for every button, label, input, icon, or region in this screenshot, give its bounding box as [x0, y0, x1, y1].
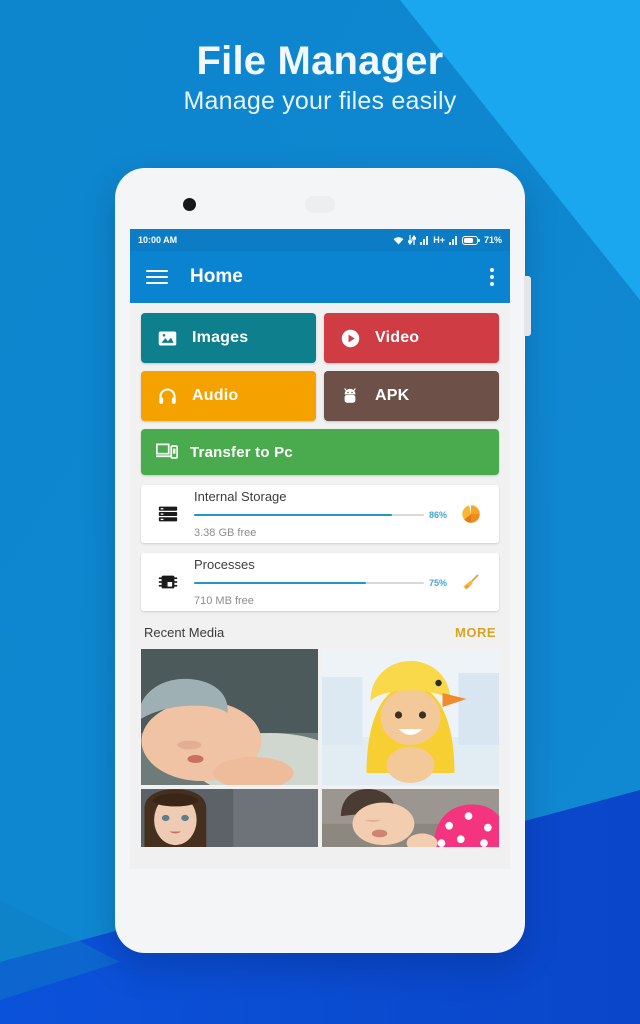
hamburger-menu-icon[interactable] [146, 270, 168, 284]
card-processes[interactable]: Processes 75% 710 MB free [141, 553, 499, 611]
data-transfer-icon [408, 235, 417, 245]
broom-icon[interactable] [457, 571, 485, 593]
hero-heading: File Manager Manage your files easily [0, 40, 640, 116]
earpiece-speaker [305, 196, 335, 213]
phone-mockup: 10:00 AM H+ 71% Home Images Video Audio … [115, 168, 531, 953]
status-time: 10:00 AM [138, 235, 178, 245]
tile-audio[interactable]: Audio [141, 371, 316, 421]
recent-media-header: Recent Media MORE [141, 611, 499, 649]
card-subtitle: 3.38 GB free [194, 526, 257, 539]
tile-label: APK [375, 387, 410, 404]
progress-row: 75% [194, 578, 447, 588]
card-internal-storage[interactable]: Internal Storage 86% 3.38 GB free [141, 485, 499, 543]
recent-media-more-link[interactable]: MORE [455, 625, 496, 640]
image-icon [155, 326, 179, 350]
card-title: Internal Storage [194, 488, 287, 504]
main-content: Images Video Audio APK Transfer to Pc In… [130, 303, 510, 847]
page-title: Home [190, 266, 243, 287]
category-tile-grid: Images Video Audio APK Transfer to Pc [141, 313, 499, 475]
card-body: Processes 75% 710 MB free [194, 556, 447, 609]
tile-label: Images [192, 329, 249, 346]
tile-video[interactable]: Video [324, 313, 499, 363]
progress-row: 86% [194, 510, 447, 520]
thumbnail-baby-with-pink-blanket[interactable] [322, 789, 499, 847]
server-stack-icon [155, 503, 181, 525]
progress-bar [194, 581, 424, 584]
thumbnail-woman-portrait[interactable] [141, 789, 318, 847]
tile-label: Transfer to Pc [190, 443, 293, 461]
recent-media-title: Recent Media [144, 625, 225, 640]
front-camera-icon [183, 198, 196, 211]
phone-screen: 10:00 AM H+ 71% Home Images Video Audio … [130, 229, 510, 869]
phone-side-button [524, 276, 531, 336]
battery-percent: 71% [483, 235, 502, 245]
status-bar: 10:00 AM H+ 71% [130, 229, 510, 251]
play-icon [338, 326, 362, 350]
cpu-chip-icon [155, 571, 181, 593]
battery-icon [461, 235, 480, 245]
pie-chart-icon[interactable] [457, 503, 485, 525]
app-bar: Home [130, 251, 510, 303]
progress-percent: 75% [428, 577, 447, 588]
headphone-icon [155, 384, 179, 408]
tile-label: Video [375, 329, 420, 346]
signal-icon [420, 235, 429, 245]
hero-subtitle: Manage your files easily [183, 87, 457, 115]
signal-icon [448, 235, 458, 245]
card-subtitle: 710 MB free [194, 594, 254, 607]
wifi-icon [393, 236, 404, 245]
progress-percent: 86% [428, 509, 447, 520]
tile-apk[interactable]: APK [324, 371, 499, 421]
devices-icon [155, 440, 179, 464]
status-indicators: H+ 71% [393, 235, 502, 245]
tile-label: Audio [192, 387, 239, 404]
card-body: Internal Storage 86% 3.38 GB free [194, 488, 447, 541]
card-title: Processes [194, 556, 255, 572]
thumbnail-baby-in-yellow-duck-towel[interactable] [322, 649, 499, 785]
kebab-menu-icon[interactable] [490, 268, 494, 286]
thumbnail-sleeping-baby-in-knit-hat[interactable] [141, 649, 318, 785]
hero-title: File Manager [196, 39, 444, 83]
network-type-label: H+ [433, 235, 445, 245]
android-icon [338, 384, 362, 408]
recent-media-grid [141, 649, 499, 847]
progress-bar [194, 513, 424, 516]
tile-transfer-to-pc[interactable]: Transfer to Pc [141, 429, 499, 475]
tile-images[interactable]: Images [141, 313, 316, 363]
